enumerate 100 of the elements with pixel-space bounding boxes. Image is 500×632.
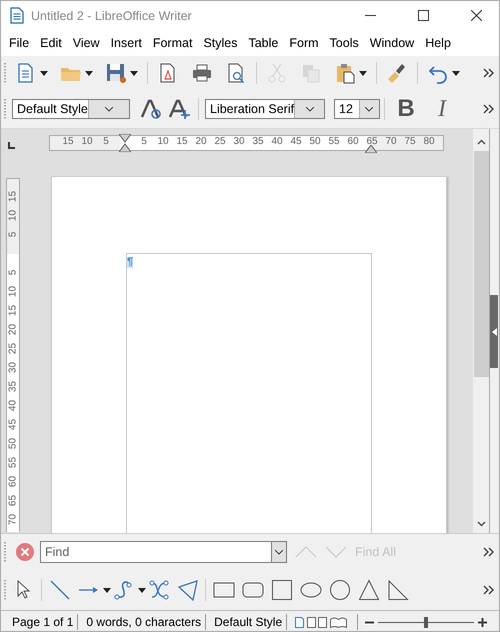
multi-page-view-icon[interactable] <box>307 616 328 628</box>
ruler-label: 75 <box>403 137 417 147</box>
dropdown-caret-icon[interactable] <box>130 70 138 76</box>
menu-item[interactable]: View <box>68 36 106 50</box>
scroll-up-icon[interactable] <box>476 139 486 145</box>
menu-item[interactable]: Styles <box>198 36 244 50</box>
clone-icon[interactable] <box>386 62 408 84</box>
menu-item[interactable]: Help <box>420 36 457 50</box>
ruler-label: 25 <box>213 137 227 147</box>
menu-item[interactable]: Form <box>284 36 325 50</box>
ruler-label: 5 <box>8 230 18 240</box>
paste-icon[interactable] <box>334 62 356 84</box>
ruler-label: 10 <box>8 208 18 224</box>
ruler-label: 35 <box>251 137 265 147</box>
ruler-label: 30 <box>232 137 246 147</box>
window-title: Untitled 2 - LibreOffice Writer <box>31 8 193 22</box>
ruler-label: 70 <box>384 137 398 147</box>
ruler-label: 50 <box>8 436 18 452</box>
update-style-icon[interactable] <box>140 98 162 120</box>
dropdown-caret-icon[interactable] <box>138 588 146 592</box>
menu-item[interactable]: Window <box>364 36 420 50</box>
sidebar-toggle[interactable] <box>490 295 498 368</box>
horizontal-ruler[interactable]: 15 10 5 5 10 15 20 25 30 35 40 45 50 55 60 65 70 75 80 <box>49 135 444 151</box>
indent-marker-icon[interactable] <box>119 134 131 152</box>
scroll-down-icon[interactable] <box>476 521 486 527</box>
ruler-label: 55 <box>327 137 341 147</box>
ruler-label: 15 <box>8 304 18 318</box>
dropdown-button[interactable] <box>294 100 324 118</box>
ruler-label: 45 <box>8 418 18 432</box>
dropdown-caret-icon[interactable] <box>359 70 367 76</box>
font-name-box[interactable]: Liberation Serif <box>205 99 325 119</box>
ruler-label: 60 <box>346 137 360 147</box>
dropdown-caret-icon[interactable] <box>103 588 111 592</box>
ruler-label: 10 <box>8 284 18 300</box>
ruler-label: 5 <box>140 137 148 147</box>
square-tool-icon[interactable] <box>271 579 293 601</box>
menu-item[interactable]: Insert <box>106 36 148 50</box>
book-view-icon[interactable] <box>330 616 348 628</box>
word-count: 0 words, 0 characters <box>78 614 206 630</box>
dropdown-button[interactable] <box>358 100 379 118</box>
line-tool-icon[interactable] <box>49 579 71 601</box>
ruler-label: 60 <box>8 474 18 490</box>
right-triangle-tool-icon[interactable] <box>387 579 409 601</box>
ruler-label: 10 <box>80 137 94 147</box>
indent-marker-icon[interactable] <box>365 145 377 153</box>
minimize-icon <box>364 15 376 16</box>
menu-item[interactable]: Format <box>148 36 198 50</box>
polygon-tool-icon[interactable] <box>177 579 199 601</box>
tab-stop-icon[interactable] <box>8 142 15 149</box>
ruler-label: 35 <box>8 380 18 394</box>
save-icon[interactable] <box>105 62 127 84</box>
ruler-label: 65 <box>8 494 18 508</box>
ruler-label: 40 <box>8 398 18 414</box>
menu-item[interactable]: File <box>4 36 36 50</box>
more-icon[interactable] <box>483 547 495 557</box>
menu-item[interactable]: Edit <box>35 36 68 50</box>
writer-document-icon <box>10 7 24 24</box>
triangle-tool-icon[interactable] <box>358 579 380 601</box>
chevron-down-icon <box>365 106 374 112</box>
ruler-label: 15 <box>61 137 75 147</box>
find-field[interactable]: Find <box>40 541 271 563</box>
bold-button[interactable]: B <box>391 95 421 123</box>
ruler-label: 65 <box>365 137 379 147</box>
font-size-box[interactable]: 12 <box>334 99 380 119</box>
dropdown-caret-icon[interactable] <box>85 70 93 76</box>
ruler-label: 5 <box>102 137 110 147</box>
italic-button[interactable]: I <box>427 96 457 122</box>
single-page-view-icon[interactable] <box>295 616 304 628</box>
more-icon[interactable] <box>483 585 495 595</box>
dropdown-caret-icon[interactable] <box>452 70 460 76</box>
dropdown-caret-icon[interactable] <box>40 70 48 76</box>
paragraph-style-box[interactable]: Default Style <box>12 99 130 119</box>
ruler-label: 15 <box>175 137 189 147</box>
ruler-label: 25 <box>8 342 18 356</box>
scrollbar-thumb[interactable] <box>474 151 488 377</box>
page-style: Default Style <box>206 614 288 630</box>
more-icon[interactable] <box>483 104 495 114</box>
menu-item[interactable]: Table <box>243 36 284 50</box>
dropdown-button[interactable] <box>271 541 287 563</box>
ruler-label: 20 <box>194 137 208 147</box>
circle-tool-icon[interactable] <box>329 579 351 601</box>
page-count: Page 1 of 1 <box>1 614 78 630</box>
print-icon[interactable] <box>191 62 213 84</box>
ruler-label: 50 <box>308 137 322 147</box>
more-icon[interactable] <box>483 68 495 78</box>
chevron-down-icon <box>306 106 314 112</box>
chevron-down-icon <box>275 550 283 554</box>
paragraph-mark: ¶ <box>127 257 134 268</box>
ruler-label: 30 <box>8 360 18 376</box>
ruler-label: 80 <box>422 137 436 147</box>
close-icon[interactable] <box>16 543 34 561</box>
new-style-icon[interactable] <box>168 98 190 120</box>
ruler-label: 40 <box>270 137 284 147</box>
menu-item[interactable]: Tools <box>324 36 365 50</box>
vertical-ruler[interactable]: 15 10 5 5 10 15 20 25 30 35 40 45 50 55 60 65 70 <box>6 178 20 532</box>
points-tool-icon[interactable] <box>148 579 170 601</box>
zoom-in-icon[interactable] <box>478 618 488 626</box>
triangle-left-icon <box>492 328 496 336</box>
close-icon <box>470 10 482 21</box>
ruler-label: 10 <box>156 137 170 147</box>
